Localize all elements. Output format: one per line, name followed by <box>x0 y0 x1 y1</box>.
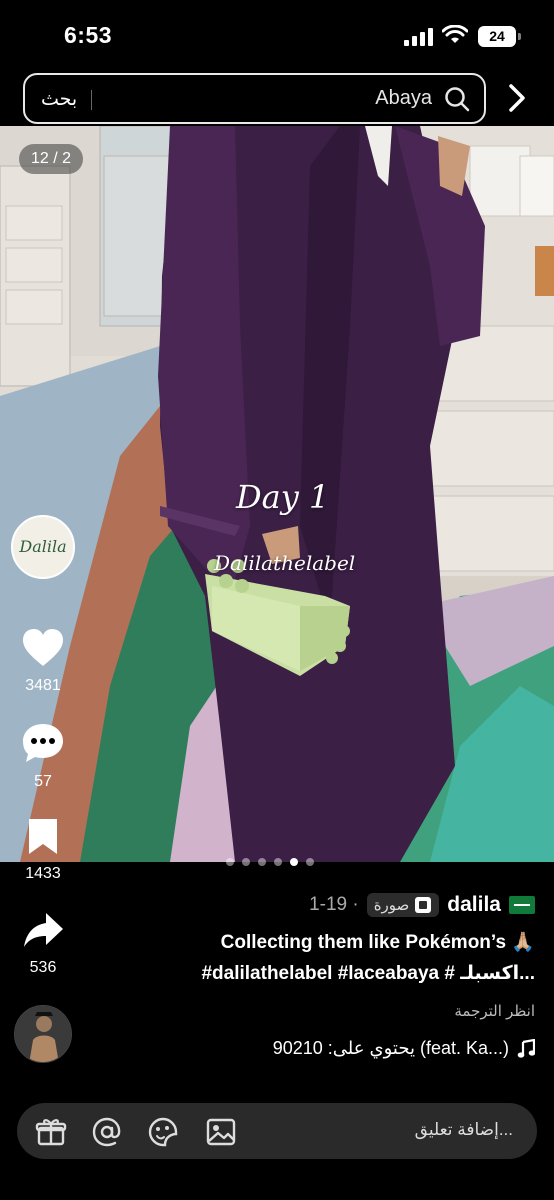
share-arrow-icon[interactable] <box>22 910 64 950</box>
cellular-signal-icon <box>404 28 433 46</box>
caption-title: Collecting them like Pokémon’s 🙏🏼 <box>220 932 535 953</box>
comment-action[interactable]: 57 <box>0 722 86 791</box>
photo-stack-icon <box>415 897 432 913</box>
search-bar[interactable]: بحث Abaya <box>23 73 486 124</box>
like-action[interactable]: 3481 <box>0 628 86 695</box>
overlay-brand-text: Dalilathelabel <box>214 551 356 575</box>
music-title: يحتوي على: 90210 (feat. Ka...) <box>272 1038 509 1058</box>
see-translation-link[interactable]: انظر الترجمة <box>454 1002 535 1020</box>
search-icon <box>445 87 470 112</box>
heart-icon[interactable] <box>21 628 65 668</box>
comment-bar[interactable]: إضافة تعليق... <box>17 1103 537 1159</box>
search-button[interactable]: بحث <box>41 88 77 111</box>
music-note-icon <box>517 1038 535 1058</box>
share-action[interactable]: 536 <box>0 910 86 977</box>
mention-icon[interactable] <box>91 1116 123 1148</box>
carousel-dot <box>242 858 250 866</box>
author-avatar[interactable]: Dalila <box>11 515 75 579</box>
carousel-dot <box>226 858 234 866</box>
caption-tags[interactable]: #dalilathelabel #laceabaya # اكسبلـ... <box>201 962 535 985</box>
overlay-day-text: Day 1 <box>236 478 330 516</box>
battery-tip <box>518 33 521 40</box>
carousel-dot <box>274 858 282 866</box>
share-count: 536 <box>29 959 57 976</box>
author-name[interactable]: dalila <box>447 893 501 917</box>
search-divider <box>91 90 92 110</box>
gift-icon[interactable] <box>35 1116 67 1148</box>
comment-count: 57 <box>34 773 52 790</box>
post-type-badge: صورة <box>366 893 440 917</box>
status-bar: 6:53 24 <box>0 0 554 70</box>
user-avatar-image <box>15 1006 71 1062</box>
saudi-flag-icon <box>509 896 535 914</box>
save-count: 1433 <box>25 865 61 882</box>
chevron-right-icon[interactable] <box>508 84 526 112</box>
status-time: 6:53 <box>64 22 113 48</box>
image-icon[interactable] <box>205 1116 237 1148</box>
battery-indicator: 24 <box>478 26 516 47</box>
music-row[interactable]: يحتوي على: 90210 (feat. Ka...) <box>273 1038 535 1059</box>
post-date: 1-19 · <box>309 894 359 915</box>
user-avatar[interactable] <box>14 1005 72 1063</box>
bookmark-icon[interactable] <box>26 816 60 856</box>
save-action[interactable]: 1433 <box>0 816 86 883</box>
like-count: 3481 <box>25 677 61 694</box>
carousel-dot <box>258 858 266 866</box>
carousel-dot <box>306 858 314 866</box>
author-row: 1-19 · صورة dalila <box>309 891 535 919</box>
comment-bubble-icon[interactable] <box>21 722 65 764</box>
post-type-label: صورة <box>373 897 410 914</box>
wifi-icon <box>442 25 468 43</box>
search-input[interactable]: Abaya <box>375 87 432 110</box>
image-counter: 12 / 2 <box>19 144 83 174</box>
carousel-dots <box>226 858 314 866</box>
carousel-dot-active <box>290 858 298 866</box>
comment-input[interactable]: إضافة تعليق... <box>415 1120 513 1140</box>
sticker-emoji-icon[interactable] <box>147 1116 179 1148</box>
